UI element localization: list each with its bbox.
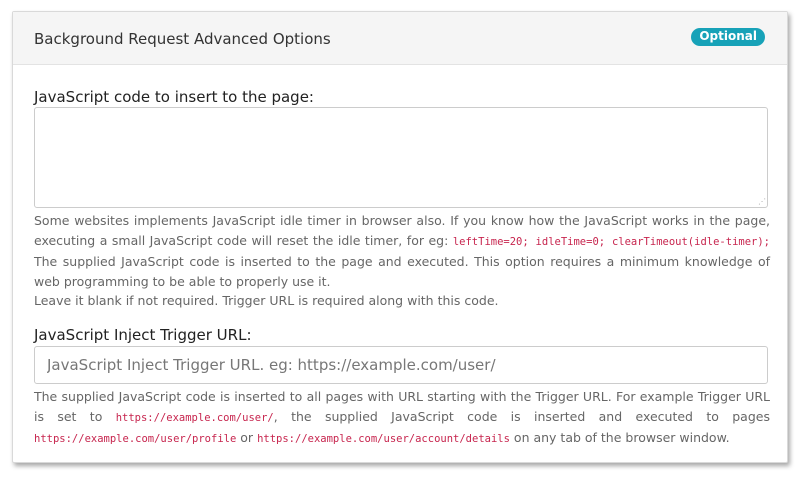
trigger-url-example-1: https://example.com/user/ xyxy=(115,411,274,424)
panel-header: Background Request Advanced Options Opti… xyxy=(13,12,787,65)
resize-grip-icon[interactable]: ⋰ xyxy=(758,198,766,206)
js-code-textarea[interactable] xyxy=(34,107,768,208)
trigger-url-help-text-2: , the supplied JavaScript code is insert… xyxy=(273,408,770,424)
trigger-url-help-text-3: or xyxy=(240,430,254,445)
trigger-url-help-text-4: on any tab of the browser window. xyxy=(513,430,730,445)
trigger-url-help: The supplied JavaScript code is inserted… xyxy=(34,387,770,450)
trigger-url-label: JavaScript Inject Trigger URL: xyxy=(34,326,252,344)
js-code-help-text-2: The supplied JavaScript code is inserted… xyxy=(34,254,770,289)
advanced-options-panel: Background Request Advanced Options Opti… xyxy=(12,11,788,463)
js-code-label: JavaScript code to insert to the page: xyxy=(34,88,314,106)
js-code-help: Some websites implements JavaScript idle… xyxy=(34,211,770,311)
optional-badge: Optional xyxy=(691,28,765,46)
js-code-example: leftTime=20; idleTime=0; clearTimeout(id… xyxy=(452,235,770,248)
trigger-url-example-3: https://example.com/user/account/details xyxy=(257,433,510,445)
js-code-help-note: Leave it blank if not required. Trigger … xyxy=(34,293,499,308)
panel-title: Background Request Advanced Options xyxy=(34,30,331,48)
trigger-url-example-2: https://example.com/user/profile xyxy=(34,433,237,445)
trigger-url-input[interactable] xyxy=(34,346,768,384)
